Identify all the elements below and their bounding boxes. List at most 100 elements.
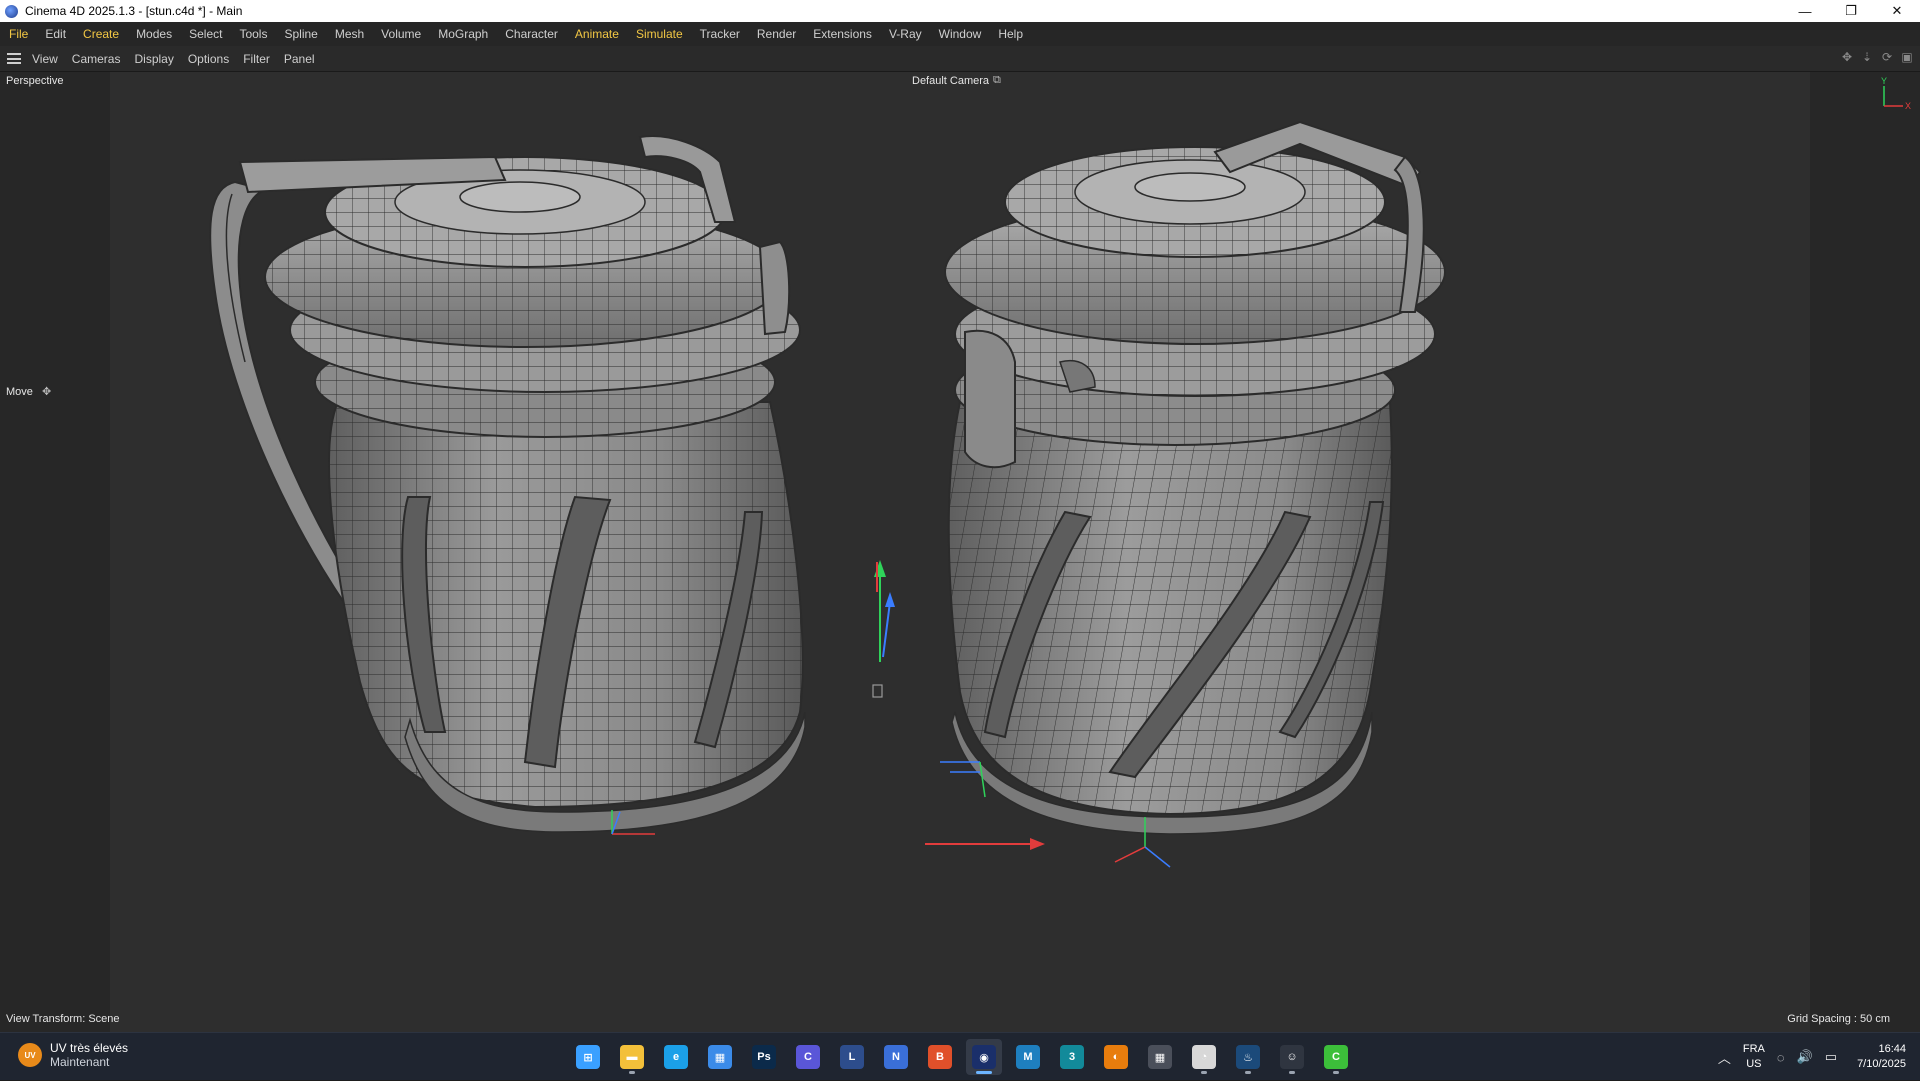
taskbar-app-app-n[interactable]: N	[878, 1039, 914, 1075]
maximize-view-icon[interactable]: ▣	[1900, 50, 1914, 64]
running-indicator	[1245, 1071, 1251, 1074]
app-c-icon: C	[796, 1045, 820, 1069]
taskbar: UV UV très élevés Maintenant ⊞ ▬ e ▦ Ps C L N B ◉…	[0, 1032, 1920, 1080]
viewport-3d[interactable]: Y X Perspective Default Camera ⧉ Move ✥ …	[0, 72, 1920, 1032]
weather-title: UV très élevés	[50, 1041, 129, 1055]
taskbar-app-photoshop[interactable]: Ps	[746, 1039, 782, 1075]
camera-label[interactable]: Default Camera	[912, 75, 989, 87]
title-bar: Cinema 4D 2025.1.3 - [stun.c4d *] - Main…	[0, 0, 1920, 22]
taskbar-app-app-m[interactable]: M	[1010, 1039, 1046, 1075]
close-button[interactable]: ✕	[1874, 0, 1920, 22]
battery-icon[interactable]: ▭	[1825, 1049, 1837, 1065]
menu-tracker[interactable]: Tracker	[700, 27, 740, 41]
gizmo-center-box	[872, 684, 883, 698]
menu-window[interactable]: Window	[939, 27, 982, 41]
dolly-icon[interactable]: ⇣	[1860, 50, 1874, 64]
windows-icon: ⊞	[576, 1045, 600, 1069]
uv-weather-icon: UV	[18, 1043, 42, 1067]
taskbar-app-store[interactable]: ▦	[702, 1039, 738, 1075]
taskbar-app-brave[interactable]: B	[922, 1039, 958, 1075]
menu-select[interactable]: Select	[189, 27, 222, 41]
brave-icon: B	[928, 1045, 952, 1069]
menu-v-ray[interactable]: V-Ray	[889, 27, 922, 41]
taskbar-app-cinema4d[interactable]: ◉	[966, 1039, 1002, 1075]
taskbar-app-blender[interactable]: ◐	[1098, 1039, 1134, 1075]
menu-render[interactable]: Render	[757, 27, 796, 41]
minimize-button[interactable]: —	[1782, 0, 1828, 22]
restore-button[interactable]: ❐	[1828, 0, 1874, 22]
taskbar-app-edge[interactable]: e	[658, 1039, 694, 1075]
cinema4d-icon: ◉	[972, 1045, 996, 1069]
taskbar-app-app-c[interactable]: C	[790, 1039, 826, 1075]
language-indicator[interactable]: FRA US	[1743, 1042, 1765, 1072]
calculator-icon: ▦	[1148, 1045, 1172, 1069]
menu-file[interactable]: File	[9, 27, 28, 41]
taskbar-app-start[interactable]: ⊞	[570, 1039, 606, 1075]
gizmo-x-arrow	[1030, 838, 1045, 850]
grenade-model-left[interactable]	[209, 135, 806, 833]
lang-code: FRA	[1742, 1043, 1765, 1055]
weather-widget[interactable]: UV UV très élevés Maintenant	[18, 1041, 128, 1069]
viewport-menu-display[interactable]: Display	[134, 52, 173, 66]
network-icon[interactable]: ◌	[1777, 1050, 1785, 1065]
person-icon: ☺	[1280, 1045, 1304, 1069]
gizmo-z-arrow	[885, 592, 895, 607]
viewport-mode-label[interactable]: Perspective	[6, 75, 63, 87]
camera-link-icon[interactable]: ⧉	[993, 74, 1001, 87]
menu-mograph[interactable]: MoGraph	[438, 27, 488, 41]
app-m-icon: M	[1016, 1045, 1040, 1069]
photoshop-icon: Ps	[752, 1045, 776, 1069]
menu-modes[interactable]: Modes	[136, 27, 172, 41]
window-controls: — ❐ ✕	[1782, 0, 1920, 22]
viewport-menu-filter[interactable]: Filter	[243, 52, 270, 66]
steam-icon: ♨	[1236, 1045, 1260, 1069]
menu-volume[interactable]: Volume	[381, 27, 421, 41]
viewport-menu-options[interactable]: Options	[188, 52, 229, 66]
viewport-menu-panel[interactable]: Panel	[284, 52, 315, 66]
taskbar-app-app-green[interactable]: C	[1318, 1039, 1354, 1075]
menu-edit[interactable]: Edit	[45, 27, 66, 41]
folder-icon: ▬	[620, 1045, 644, 1069]
menu-spline[interactable]: Spline	[284, 27, 317, 41]
cinema4d-icon	[5, 4, 18, 18]
viewport-menu-cameras[interactable]: Cameras	[72, 52, 121, 66]
running-indicator	[629, 1071, 635, 1074]
menu-simulate[interactable]: Simulate	[636, 27, 683, 41]
app-l-icon: L	[840, 1045, 864, 1069]
viewport-menu-view[interactable]: View	[32, 52, 58, 66]
menu-extensions[interactable]: Extensions	[813, 27, 872, 41]
window-title: Cinema 4D 2025.1.3 - [stun.c4d *] - Main	[25, 4, 243, 18]
volume-icon[interactable]: 🔊	[1797, 1049, 1813, 1065]
view-transform-label: View Transform: Scene	[6, 1013, 120, 1025]
grid-spacing-label: Grid Spacing : 50 cm	[1787, 1013, 1890, 1025]
orbit-icon[interactable]: ⟳	[1880, 50, 1894, 64]
clock[interactable]: 16:44 7/10/2025	[1857, 1042, 1906, 1072]
taskbar-app-3dsmax[interactable]: 3	[1054, 1039, 1090, 1075]
clock-icon: ◔	[1192, 1045, 1216, 1069]
3dsmax-icon: 3	[1060, 1045, 1084, 1069]
scene-render[interactable]: Y X	[0, 72, 1920, 1032]
viewport-menu-bar: View Cameras Display Options Filter Pane…	[0, 46, 1920, 72]
taskbar-app-calculator[interactable]: ▦	[1142, 1039, 1178, 1075]
grenade-model-right[interactable]	[944, 120, 1446, 835]
clock-date: 7/10/2025	[1857, 1058, 1906, 1070]
taskbar-app-file-explorer[interactable]: ▬	[614, 1039, 650, 1075]
axis-y-label: Y	[1881, 76, 1887, 86]
menu-tools[interactable]: Tools	[239, 27, 267, 41]
menu-animate[interactable]: Animate	[575, 27, 619, 41]
running-indicator	[976, 1071, 992, 1074]
pan-icon[interactable]: ✥	[1840, 50, 1854, 64]
menu-create[interactable]: Create	[83, 27, 119, 41]
taskbar-apps: ⊞ ▬ e ▦ Ps C L N B ◉ M 3 ◐ ▦ ◔ ♨ ☺ C	[570, 1039, 1354, 1075]
taskbar-app-app-l[interactable]: L	[834, 1039, 870, 1075]
show-hidden-icons-chevron-icon[interactable]: ︿	[1718, 1048, 1731, 1067]
hamburger-menu-icon[interactable]	[7, 53, 21, 64]
menu-character[interactable]: Character	[505, 27, 558, 41]
menu-help[interactable]: Help	[998, 27, 1023, 41]
app-green-icon: C	[1324, 1045, 1348, 1069]
taskbar-app-steam[interactable]: ♨	[1230, 1039, 1266, 1075]
taskbar-app-app-clock[interactable]: ◔	[1186, 1039, 1222, 1075]
taskbar-app-app-person[interactable]: ☺	[1274, 1039, 1310, 1075]
menu-mesh[interactable]: Mesh	[335, 27, 364, 41]
edge-icon: e	[664, 1045, 688, 1069]
